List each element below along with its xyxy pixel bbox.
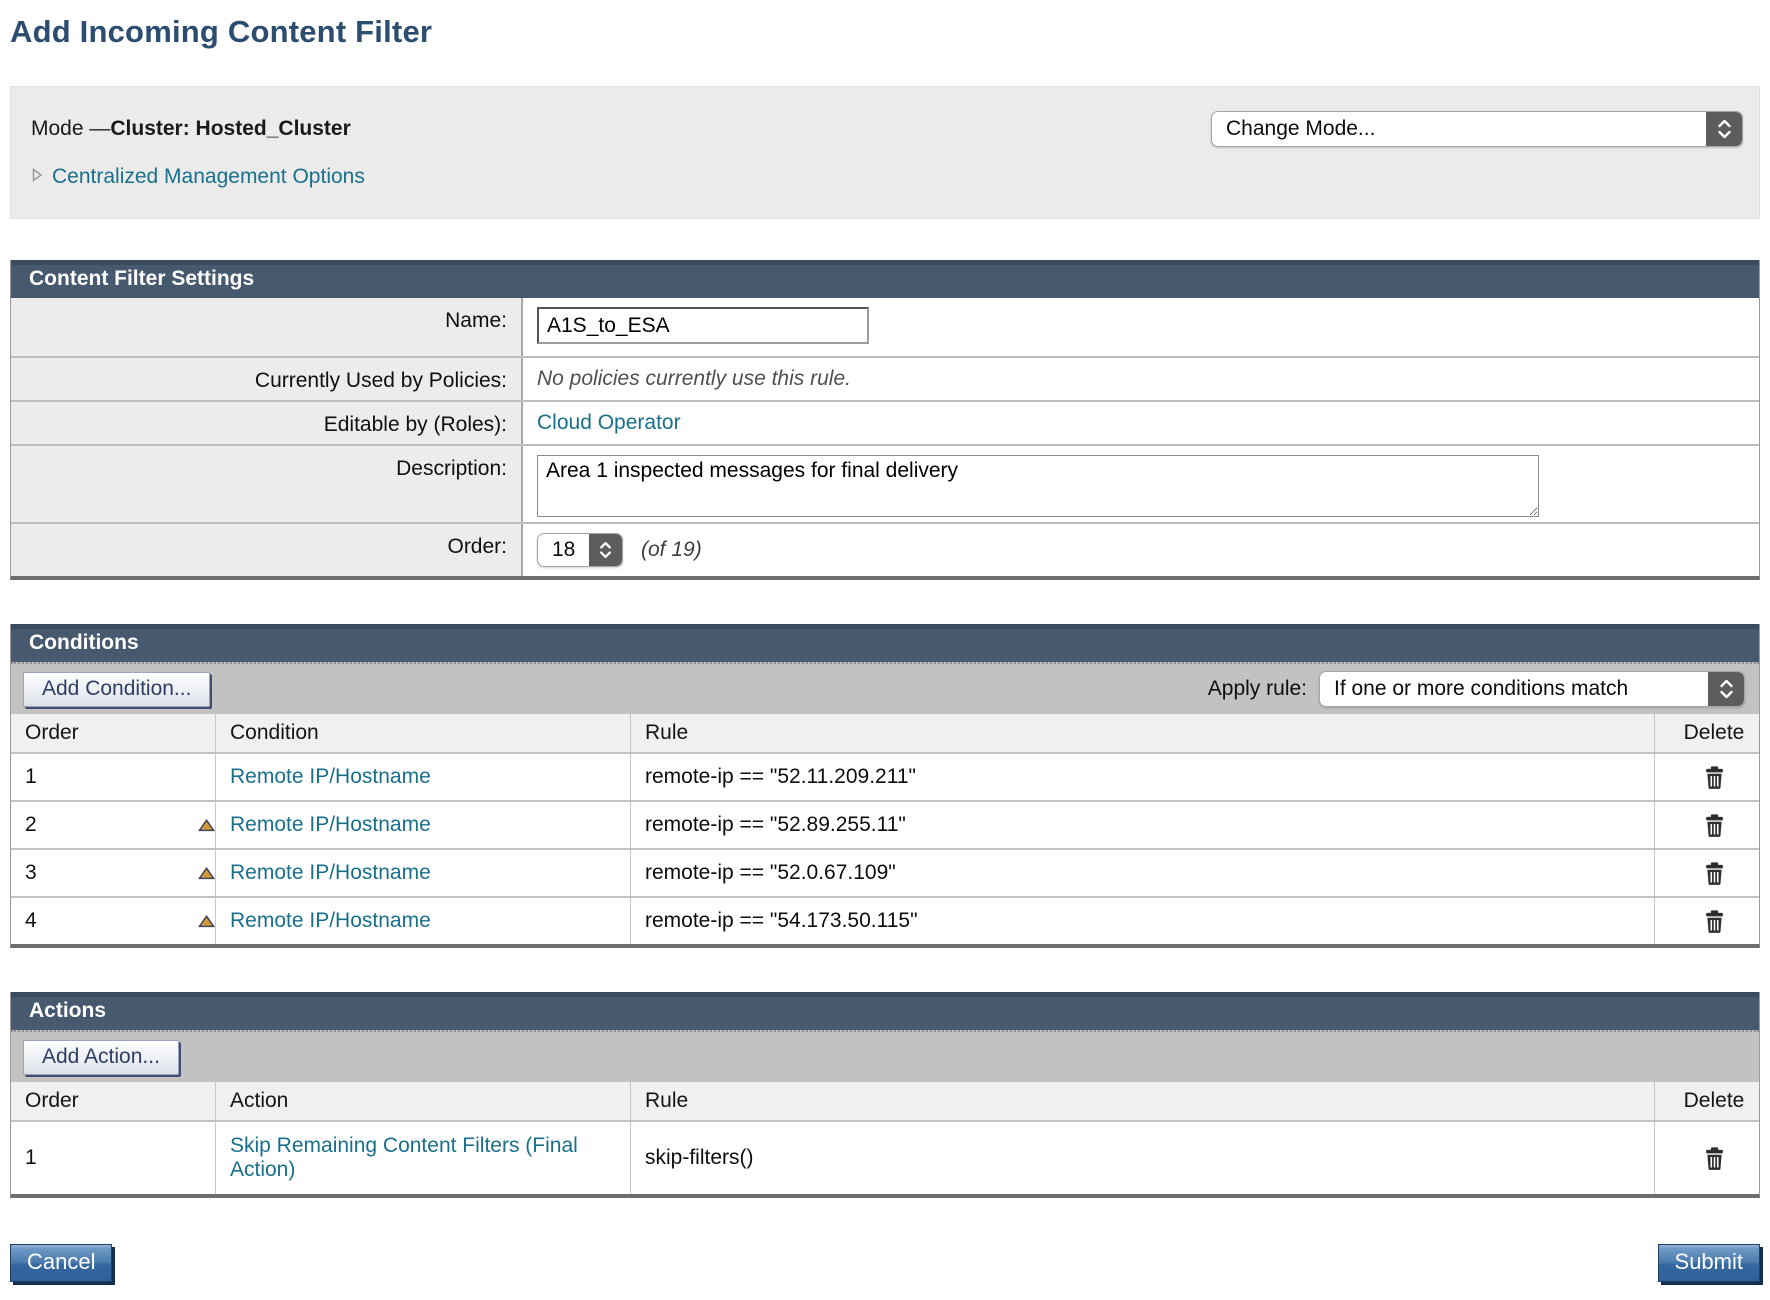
condition-order: 1 [25, 765, 37, 789]
updown-chevrons-icon [1706, 112, 1742, 146]
updown-chevrons-icon [1708, 672, 1744, 706]
column-header-rule: Rule [631, 714, 1655, 752]
cloud-operator-link[interactable]: Cloud Operator [537, 411, 681, 435]
condition-link[interactable]: Remote IP/Hostname [230, 909, 431, 933]
cancel-button[interactable]: Cancel [10, 1244, 112, 1282]
triangle-right-icon [31, 167, 43, 188]
condition-order: 4 [25, 909, 37, 933]
column-header-order: Order [11, 714, 216, 752]
column-header-delete: Delete [1655, 714, 1759, 752]
add-action-button[interactable]: Add Action... [23, 1040, 179, 1075]
centralized-management-row: Centralized Management Options [31, 165, 1743, 189]
condition-rule: remote-ip == "54.173.50.115" [631, 898, 1655, 944]
mode-text: Mode —Cluster: Hosted_Cluster [31, 117, 351, 141]
condition-order: 2 [25, 813, 37, 837]
condition-row: 3 Remote IP/Hostname remote-ip == "52.0.… [11, 848, 1759, 896]
column-header-rule: Rule [631, 1082, 1655, 1120]
order-select[interactable]: 18 [537, 533, 623, 567]
column-header-condition: Condition [216, 714, 631, 752]
actions-panel: Actions Add Action... Order Action Rule … [10, 992, 1760, 1198]
name-input[interactable] [537, 307, 869, 344]
description-textarea[interactable]: Area 1 inspected messages for final deli… [537, 455, 1539, 517]
name-label: Name: [11, 298, 521, 356]
actions-header: Actions [11, 992, 1759, 1030]
order-total: (of 19) [641, 538, 702, 562]
page: Add Incoming Content Filter Mode —Cluste… [0, 14, 1770, 1282]
conditions-table: Order Condition Rule Delete 1 Remote [11, 714, 1759, 944]
action-link[interactable]: Skip Remaining Content Filters (Final Ac… [230, 1134, 614, 1182]
policies-value: No policies currently use this rule. [537, 367, 851, 391]
description-label: Description: [11, 446, 521, 522]
actions-rows: 1 Skip Remaining Content Filters (Final … [11, 1120, 1759, 1194]
condition-rule: remote-ip == "52.0.67.109" [631, 850, 1655, 896]
condition-row: 1 Remote IP/Hostname remote-ip == "52.11… [11, 752, 1759, 800]
trash-icon[interactable] [1704, 766, 1725, 789]
triangle-up-icon[interactable] [198, 867, 215, 880]
condition-link[interactable]: Remote IP/Hostname [230, 813, 431, 837]
policies-label: Currently Used by Policies: [11, 358, 521, 400]
actions-toolbar: Add Action... [11, 1030, 1759, 1082]
condition-link[interactable]: Remote IP/Hostname [230, 861, 431, 885]
column-header-order: Order [11, 1082, 216, 1120]
action-order: 1 [25, 1146, 37, 1170]
policies-row: Currently Used by Policies: No policies … [11, 356, 1759, 400]
condition-order: 3 [25, 861, 37, 885]
condition-row: 2 Remote IP/Hostname remote-ip == "52.89… [11, 800, 1759, 848]
triangle-up-icon[interactable] [198, 819, 215, 832]
change-mode-select-value: Change Mode... [1212, 112, 1706, 146]
conditions-header: Conditions [11, 624, 1759, 662]
content-filter-settings-panel: Content Filter Settings Name: Currently … [10, 260, 1760, 580]
apply-rule-select-value: If one or more conditions match [1320, 672, 1708, 706]
description-row: Description: Area 1 inspected messages f… [11, 444, 1759, 522]
action-rule: skip-filters() [631, 1122, 1655, 1194]
column-header-action: Action [216, 1082, 631, 1120]
add-condition-button[interactable]: Add Condition... [23, 672, 210, 707]
conditions-table-head: Order Condition Rule Delete [11, 714, 1759, 752]
actions-table-head: Order Action Rule Delete [11, 1082, 1759, 1120]
name-row: Name: [11, 298, 1759, 356]
trash-icon[interactable] [1704, 814, 1725, 837]
trash-icon[interactable] [1704, 910, 1725, 933]
conditions-panel: Conditions Add Condition... Apply rule: … [10, 624, 1760, 948]
condition-row: 4 Remote IP/Hostname remote-ip == "54.17… [11, 896, 1759, 944]
trash-icon[interactable] [1704, 862, 1725, 885]
mode-value: Cluster: Hosted_Cluster [110, 117, 350, 140]
conditions-rows: 1 Remote IP/Hostname remote-ip == "52.11… [11, 752, 1759, 944]
condition-rule: remote-ip == "52.11.209.211" [631, 754, 1655, 800]
order-select-value: 18 [538, 534, 589, 566]
change-mode-select[interactable]: Change Mode... [1211, 111, 1743, 147]
mode-row: Mode —Cluster: Hosted_Cluster Change Mod… [31, 111, 1743, 147]
apply-rule-group: Apply rule: If one or more conditions ma… [1208, 671, 1745, 707]
action-row: 1 Skip Remaining Content Filters (Final … [11, 1120, 1759, 1194]
editable-roles-label: Editable by (Roles): [11, 402, 521, 444]
order-row: Order: 18 (of 19) [11, 522, 1759, 576]
apply-rule-label: Apply rule: [1208, 677, 1307, 701]
trash-icon[interactable] [1704, 1147, 1725, 1170]
condition-link[interactable]: Remote IP/Hostname [230, 765, 431, 789]
page-title: Add Incoming Content Filter [10, 14, 1760, 50]
mode-panel: Mode —Cluster: Hosted_Cluster Change Mod… [10, 86, 1760, 219]
mode-label: Mode — [31, 117, 110, 140]
actions-table: Order Action Rule Delete 1 Skip Rema [11, 1082, 1759, 1194]
submit-button[interactable]: Submit [1658, 1244, 1760, 1282]
order-label: Order: [11, 524, 521, 576]
conditions-toolbar: Add Condition... Apply rule: If one or m… [11, 662, 1759, 714]
content-filter-settings-header: Content Filter Settings [11, 260, 1759, 298]
centralized-management-link[interactable]: Centralized Management Options [52, 165, 365, 189]
apply-rule-select[interactable]: If one or more conditions match [1319, 671, 1745, 707]
triangle-up-icon[interactable] [198, 915, 215, 928]
column-header-delete: Delete [1655, 1082, 1759, 1120]
footer: Cancel Submit [10, 1244, 1760, 1282]
editable-roles-row: Editable by (Roles): Cloud Operator [11, 400, 1759, 444]
updown-chevrons-icon [589, 534, 622, 566]
condition-rule: remote-ip == "52.89.255.11" [631, 802, 1655, 848]
